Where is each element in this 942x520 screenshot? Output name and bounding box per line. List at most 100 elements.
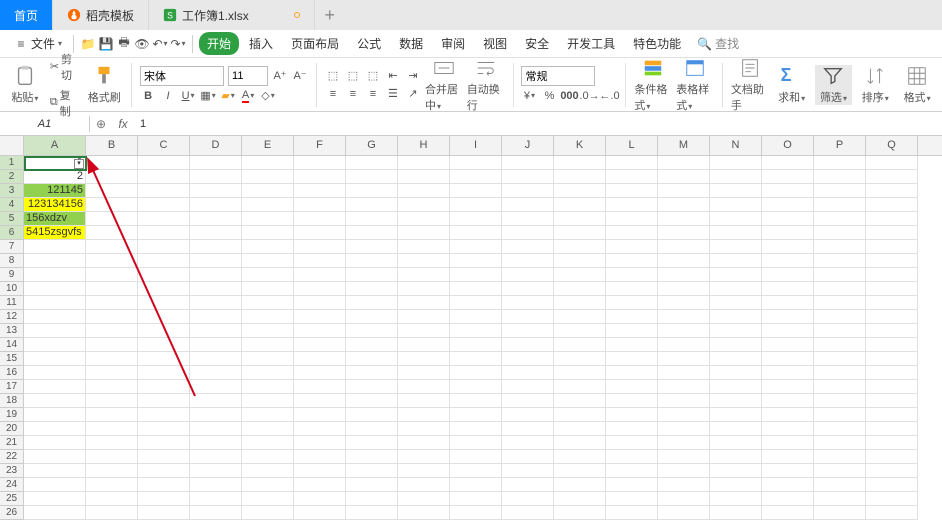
cell-H13[interactable] [398,324,450,338]
cell-K17[interactable] [554,380,606,394]
cell-K20[interactable] [554,422,606,436]
table-styles-button[interactable]: 表格样式▾ [676,57,714,113]
cell-L16[interactable] [606,366,658,380]
cell-J14[interactable] [502,338,554,352]
cell-B22[interactable] [86,450,138,464]
cell-G6[interactable] [346,226,398,240]
col-header-D[interactable]: D [190,136,242,155]
cell-P5[interactable] [814,212,866,226]
cell-E16[interactable] [242,366,294,380]
cell-N12[interactable] [710,310,762,324]
cell-L15[interactable] [606,352,658,366]
cell-F7[interactable] [294,240,346,254]
cell-I3[interactable] [450,184,502,198]
cell-M22[interactable] [658,450,710,464]
cell-E9[interactable] [242,268,294,282]
cell-J6[interactable] [502,226,554,240]
cell-O18[interactable] [762,394,814,408]
cell-N17[interactable] [710,380,762,394]
cell-J10[interactable] [502,282,554,296]
cell-H17[interactable] [398,380,450,394]
cell-F26[interactable] [294,506,346,520]
cell-B4[interactable] [86,198,138,212]
cell-D12[interactable] [190,310,242,324]
increase-indent-icon[interactable]: ⇥ [405,68,421,84]
distribute-icon[interactable]: ☰ [385,86,401,102]
cell-F18[interactable] [294,394,346,408]
cell-P8[interactable] [814,254,866,268]
cell-I9[interactable] [450,268,502,282]
comma-icon[interactable]: 000 [561,88,577,104]
cell-A11[interactable] [24,296,86,310]
cell-P4[interactable] [814,198,866,212]
cell-K10[interactable] [554,282,606,296]
cell-M4[interactable] [658,198,710,212]
cell-N22[interactable] [710,450,762,464]
row-header-11[interactable]: 11 [0,296,23,310]
row-header-18[interactable]: 18 [0,394,23,408]
cell-G1[interactable] [346,156,398,170]
cell-C26[interactable] [138,506,190,520]
cell-E15[interactable] [242,352,294,366]
cell-E23[interactable] [242,464,294,478]
cell-E3[interactable] [242,184,294,198]
row-header-8[interactable]: 8 [0,254,23,268]
cell-E18[interactable] [242,394,294,408]
cell-M26[interactable] [658,506,710,520]
cell-G10[interactable] [346,282,398,296]
cell-E22[interactable] [242,450,294,464]
cell-G18[interactable] [346,394,398,408]
row-header-24[interactable]: 24 [0,478,23,492]
cell-H23[interactable] [398,464,450,478]
cell-Q3[interactable] [866,184,918,198]
align-top-icon[interactable]: ⬚ [325,68,341,84]
cell-A9[interactable] [24,268,86,282]
cell-K3[interactable] [554,184,606,198]
cell-A18[interactable] [24,394,86,408]
cell-P15[interactable] [814,352,866,366]
tab-home[interactable]: 首页 [0,0,53,30]
cell-I19[interactable] [450,408,502,422]
cell-H6[interactable] [398,226,450,240]
cell-C14[interactable] [138,338,190,352]
col-header-G[interactable]: G [346,136,398,155]
cell-O17[interactable] [762,380,814,394]
cell-G12[interactable] [346,310,398,324]
cell-B23[interactable] [86,464,138,478]
cell-E13[interactable] [242,324,294,338]
cell-P9[interactable] [814,268,866,282]
cell-L6[interactable] [606,226,658,240]
cell-D2[interactable] [190,170,242,184]
row-header-1[interactable]: 1 [0,156,23,170]
cell-G9[interactable] [346,268,398,282]
cell-J21[interactable] [502,436,554,450]
cell-C10[interactable] [138,282,190,296]
decrease-indent-icon[interactable]: ⇤ [385,68,401,84]
cell-C19[interactable] [138,408,190,422]
select-all-corner[interactable] [0,136,24,155]
cell-B16[interactable] [86,366,138,380]
cell-K22[interactable] [554,450,606,464]
cell-K24[interactable] [554,478,606,492]
cell-H22[interactable] [398,450,450,464]
cell-F14[interactable] [294,338,346,352]
cell-K16[interactable] [554,366,606,380]
cell-Q17[interactable] [866,380,918,394]
cell-N8[interactable] [710,254,762,268]
cell-L11[interactable] [606,296,658,310]
cell-Q10[interactable] [866,282,918,296]
cell-P12[interactable] [814,310,866,324]
cell-B14[interactable] [86,338,138,352]
cell-B26[interactable] [86,506,138,520]
filter-button[interactable]: 筛选▾ [815,65,853,105]
cell-D19[interactable] [190,408,242,422]
cell-I21[interactable] [450,436,502,450]
cell-L8[interactable] [606,254,658,268]
cell-J18[interactable] [502,394,554,408]
cell-F1[interactable] [294,156,346,170]
cell-E25[interactable] [242,492,294,506]
cell-A2[interactable]: 2 [24,170,86,184]
cell-F10[interactable] [294,282,346,296]
cell-O19[interactable] [762,408,814,422]
cell-H16[interactable] [398,366,450,380]
